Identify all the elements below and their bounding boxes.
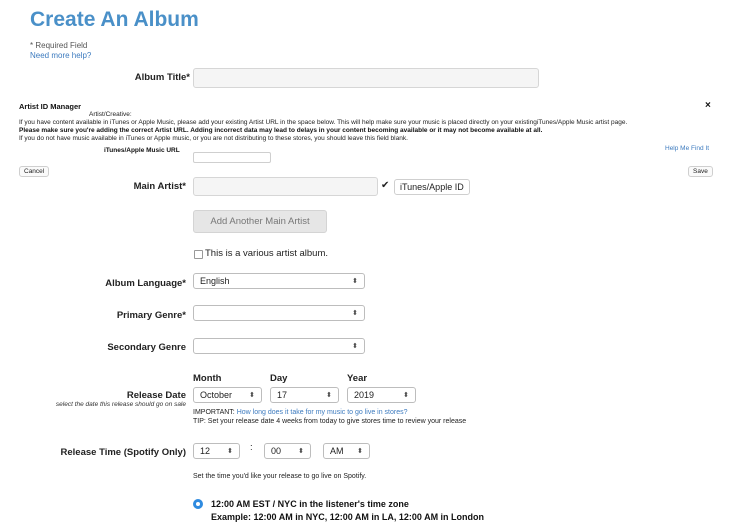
release-day-value: 17 [277, 389, 288, 400]
time-separator: : [250, 442, 253, 453]
important-note: IMPORTANT: How long does it take for my … [193, 409, 408, 416]
add-another-main-artist-button[interactable]: Add Another Main Artist [193, 210, 327, 233]
artist-blank-note: If you do not have music available in iT… [19, 135, 408, 142]
album-title-input[interactable] [193, 68, 539, 88]
spotify-time-note: Set the time you'd like your release to … [193, 473, 367, 480]
select-arrows-icon: ⬍ [357, 447, 363, 455]
release-ampm-select[interactable]: AM ⬍ [323, 443, 370, 459]
release-month-value: October [200, 389, 233, 400]
artist-info-text: If you have content available in iTunes … [19, 119, 628, 126]
required-field-note: * Required Field [30, 41, 88, 50]
release-year-value: 2019 [354, 389, 375, 400]
album-title-label: Album Title* [134, 72, 190, 83]
secondary-genre-select[interactable]: ⬍ [193, 338, 365, 354]
month-header: Month [193, 373, 222, 384]
release-time-label: Release Time (Spotify Only) [60, 447, 186, 458]
release-date-hint: select the date this release should go o… [55, 401, 186, 408]
release-hour-value: 12 [200, 445, 211, 456]
various-artist-label: This is a various artist album. [205, 248, 329, 259]
secondary-genre-label: Secondary Genre [107, 342, 186, 353]
select-arrows-icon: ⬍ [227, 447, 233, 455]
year-header: Year [347, 373, 368, 384]
release-hour-select[interactable]: 12 ⬍ [193, 443, 240, 459]
check-icon: ✔ [381, 180, 390, 191]
select-arrows-icon: ⬍ [403, 391, 409, 399]
release-date-tip: TIP: Set your release date 4 weeks from … [193, 418, 467, 425]
timezone-option-title: 12:00 AM EST / NYC in the listener's tim… [211, 499, 409, 509]
primary-genre-label: Primary Genre* [116, 310, 186, 321]
page-title: Create An Album [30, 8, 199, 31]
select-arrows-icon: ⬍ [352, 309, 358, 317]
go-live-time-link[interactable]: How long does it take for my music to go… [237, 409, 408, 416]
release-day-select[interactable]: 17 ⬍ [270, 387, 339, 403]
artist-id-manager-heading: Artist ID Manager [19, 102, 82, 111]
select-arrows-icon: ⬍ [249, 391, 255, 399]
timezone-radio-selected[interactable] [193, 499, 203, 509]
album-language-value: English [200, 275, 230, 286]
release-date-label: Release Date [126, 390, 186, 401]
main-artist-label: Main Artist* [133, 181, 186, 192]
primary-genre-select[interactable]: ⬍ [193, 305, 365, 321]
main-artist-input[interactable] [193, 177, 378, 196]
important-prefix: IMPORTANT: [193, 409, 235, 416]
select-arrows-icon: ⬍ [352, 342, 358, 350]
album-language-label: Album Language* [105, 278, 186, 289]
need-more-help-link[interactable]: Need more help? [30, 51, 91, 60]
select-arrows-icon: ⬍ [352, 277, 358, 285]
timezone-option-example: Example: 12:00 AM in NYC, 12:00 AM in LA… [211, 512, 485, 522]
release-month-select[interactable]: October ⬍ [193, 387, 262, 403]
select-arrows-icon: ⬍ [298, 447, 304, 455]
release-year-select[interactable]: 2019 ⬍ [347, 387, 416, 403]
various-artist-checkbox[interactable] [194, 250, 203, 259]
close-icon[interactable]: × [705, 100, 711, 111]
artist-creative-label: Artist/Creative: [89, 111, 132, 118]
album-language-select[interactable]: English ⬍ [193, 273, 365, 289]
cancel-button[interactable]: Cancel [19, 166, 50, 177]
itunes-url-label: iTunes/Apple Music URL [104, 147, 180, 154]
itunes-apple-id-tag[interactable]: iTunes/Apple ID [394, 179, 470, 195]
release-minute-select[interactable]: 00 ⬍ [264, 443, 311, 459]
release-ampm-value: AM [330, 445, 344, 456]
day-header: Day [270, 373, 288, 384]
select-arrows-icon: ⬍ [326, 391, 332, 399]
itunes-url-input[interactable] [193, 152, 271, 163]
help-me-find-it-link[interactable]: Help Me Find It [665, 145, 709, 152]
release-minute-value: 00 [271, 445, 282, 456]
save-button[interactable]: Save [688, 166, 713, 177]
artist-warning-text: Please make sure you're adding the corre… [19, 127, 543, 134]
